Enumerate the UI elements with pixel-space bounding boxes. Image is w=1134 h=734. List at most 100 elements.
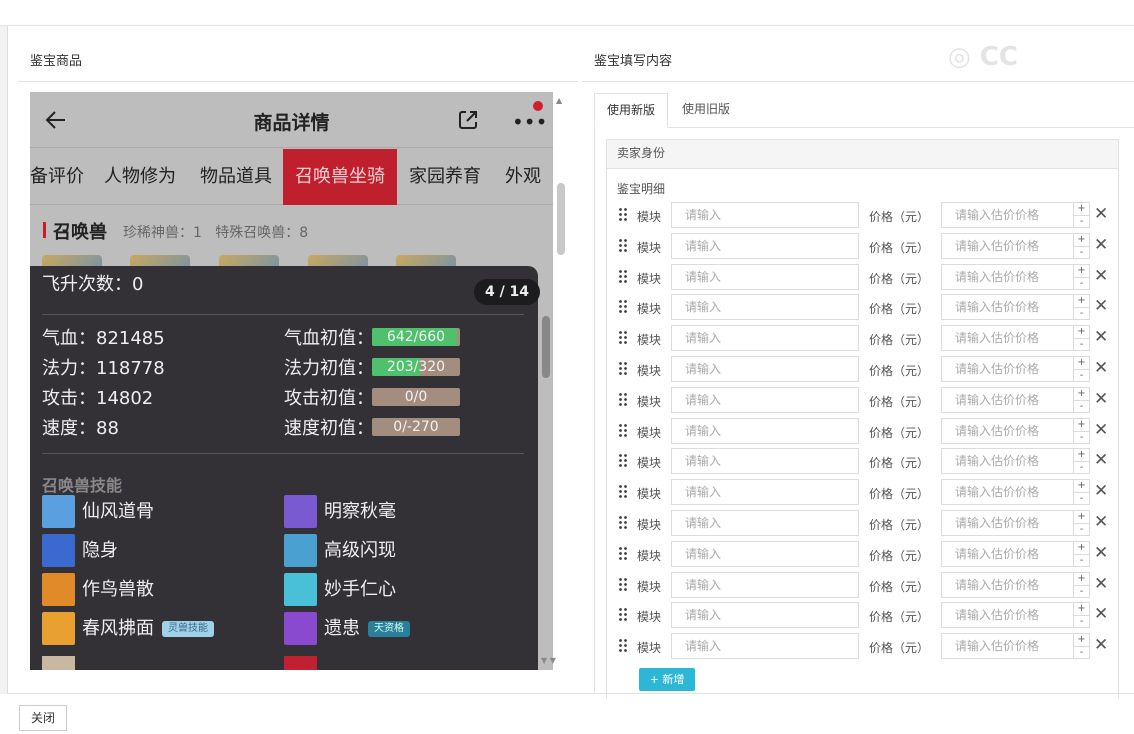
decrement-button[interactable]: - <box>1074 215 1089 228</box>
module-input[interactable]: 请输入 <box>671 510 859 536</box>
remove-row-icon[interactable]: ✕ <box>1094 296 1108 316</box>
decrement-button[interactable]: - <box>1074 492 1089 505</box>
remove-row-icon[interactable]: ✕ <box>1094 420 1108 440</box>
module-input[interactable]: 请输入 <box>671 602 859 629</box>
drag-handle-icon[interactable] <box>618 391 628 406</box>
close-button[interactable]: 关闭 <box>19 705 67 731</box>
increment-button[interactable]: + <box>1074 419 1089 431</box>
tab-new-version[interactable]: 使用新版 <box>594 93 668 128</box>
drag-handle-icon[interactable] <box>618 361 628 375</box>
increment-button[interactable]: + <box>1074 388 1089 400</box>
remove-row-icon[interactable]: ✕ <box>1094 512 1108 532</box>
decrement-button[interactable]: - <box>1074 615 1089 628</box>
price-input[interactable]: 请输入估价价格 <box>941 510 1074 536</box>
price-input[interactable]: 请输入估价价格 <box>941 417 1074 444</box>
skill-item[interactable]: 春风拂面 灵兽技能 <box>42 612 214 646</box>
skill-item[interactable]: 仙风道骨 <box>42 495 154 529</box>
increment-button[interactable]: + <box>1074 542 1089 554</box>
increment-button[interactable]: + <box>1074 603 1089 615</box>
scroll-up-icon[interactable]: ▲ <box>556 96 562 105</box>
add-row-button[interactable]: + 新增 <box>639 668 695 691</box>
share-icon[interactable] <box>456 108 480 132</box>
drag-handle-icon[interactable] <box>618 545 628 560</box>
price-input[interactable]: 请输入估价价格 <box>941 448 1074 475</box>
module-input[interactable]: 请输入 <box>671 386 859 413</box>
drag-handle-icon[interactable] <box>618 330 628 345</box>
remove-row-icon[interactable]: ✕ <box>1094 389 1108 409</box>
drag-handle-icon[interactable] <box>618 237 628 252</box>
remove-row-icon[interactable]: ✕ <box>1094 235 1108 255</box>
tab-summons[interactable]: 召唤兽坐骑 <box>283 149 397 205</box>
remove-row-icon[interactable]: ✕ <box>1094 450 1108 470</box>
module-input[interactable]: 请输入 <box>671 540 859 567</box>
module-input[interactable]: 请输入 <box>671 633 859 660</box>
tab-items[interactable]: 物品道具 <box>188 149 284 205</box>
decrement-button[interactable]: - <box>1074 523 1089 536</box>
remove-row-icon[interactable]: ✕ <box>1094 574 1108 594</box>
price-input[interactable]: 请输入估价价格 <box>941 232 1074 259</box>
module-input[interactable]: 请输入 <box>671 479 859 506</box>
price-stepper[interactable]: + - <box>1073 263 1090 290</box>
price-input[interactable]: 请输入估价价格 <box>941 202 1074 228</box>
drag-handle-icon[interactable] <box>618 422 628 437</box>
decrement-button[interactable]: - <box>1074 646 1089 659</box>
skill-item[interactable]: 遗患 天资格 <box>284 612 410 646</box>
price-stepper[interactable]: + - <box>1073 571 1090 598</box>
price-stepper[interactable]: + - <box>1073 510 1090 536</box>
skill-item[interactable]: 妙手仁心 <box>284 573 396 607</box>
remove-row-icon[interactable]: ✕ <box>1094 543 1108 563</box>
tab-home[interactable]: 家园养育 <box>397 149 493 205</box>
module-input[interactable]: 请输入 <box>671 356 859 382</box>
increment-button[interactable]: + <box>1074 326 1089 338</box>
tab-old-version[interactable]: 使用旧版 <box>682 93 730 127</box>
price-input[interactable]: 请输入估价价格 <box>941 263 1074 290</box>
remove-row-icon[interactable]: ✕ <box>1094 604 1108 624</box>
price-stepper[interactable]: + - <box>1073 386 1090 413</box>
module-input[interactable]: 请输入 <box>671 417 859 444</box>
price-input[interactable]: 请输入估价价格 <box>941 356 1074 382</box>
module-input[interactable]: 请输入 <box>671 571 859 598</box>
increment-button[interactable]: + <box>1074 480 1089 492</box>
outer-scrollbar[interactable] <box>557 183 565 255</box>
skill-item[interactable]: 隐身 <box>42 534 118 568</box>
increment-button[interactable]: + <box>1074 265 1089 277</box>
remove-row-icon[interactable]: ✕ <box>1094 266 1108 286</box>
decrement-button[interactable]: - <box>1074 245 1089 259</box>
decrement-button[interactable]: - <box>1074 430 1089 444</box>
skill-item[interactable]: 作鸟兽散 <box>42 573 154 607</box>
increment-button[interactable]: + <box>1074 357 1089 369</box>
price-stepper[interactable]: + - <box>1073 202 1090 228</box>
decrement-button[interactable]: - <box>1074 307 1089 320</box>
more-icon[interactable]: ••• <box>512 110 547 134</box>
module-input[interactable]: 请输入 <box>671 263 859 290</box>
decrement-button[interactable]: - <box>1074 338 1089 351</box>
decrement-button[interactable]: - <box>1074 461 1089 474</box>
increment-button[interactable]: + <box>1074 573 1089 585</box>
increment-button[interactable]: + <box>1074 449 1089 461</box>
price-stepper[interactable]: + - <box>1073 602 1090 629</box>
drag-handle-icon[interactable] <box>618 299 628 314</box>
tab-appearance[interactable]: 外观 <box>493 149 553 205</box>
scroll-down-icon[interactable]: ▼ ▼ <box>541 656 556 665</box>
drag-handle-icon[interactable] <box>618 638 628 653</box>
remove-row-icon[interactable]: ✕ <box>1094 481 1108 501</box>
remove-row-icon[interactable]: ✕ <box>1094 204 1108 224</box>
decrement-button[interactable]: - <box>1074 276 1089 290</box>
skill-item[interactable]: 明察秋毫 <box>284 495 396 529</box>
increment-button[interactable]: + <box>1074 234 1089 246</box>
drag-handle-icon[interactable] <box>618 268 628 283</box>
price-input[interactable]: 请输入估价价格 <box>941 325 1074 352</box>
decrement-button[interactable]: - <box>1074 369 1089 382</box>
price-input[interactable]: 请输入估价价格 <box>941 633 1074 660</box>
module-input[interactable]: 请输入 <box>671 202 859 228</box>
decrement-button[interactable]: - <box>1074 399 1089 413</box>
drag-handle-icon[interactable] <box>618 207 628 221</box>
price-stepper[interactable]: + - <box>1073 325 1090 352</box>
price-input[interactable]: 请输入估价价格 <box>941 540 1074 567</box>
tab-equipment-rating[interactable]: 备评价 <box>30 149 96 205</box>
drag-handle-icon[interactable] <box>618 515 628 529</box>
decrement-button[interactable]: - <box>1074 584 1089 598</box>
price-stepper[interactable]: + - <box>1073 479 1090 506</box>
module-input[interactable]: 请输入 <box>671 232 859 259</box>
price-input[interactable]: 请输入估价价格 <box>941 602 1074 629</box>
